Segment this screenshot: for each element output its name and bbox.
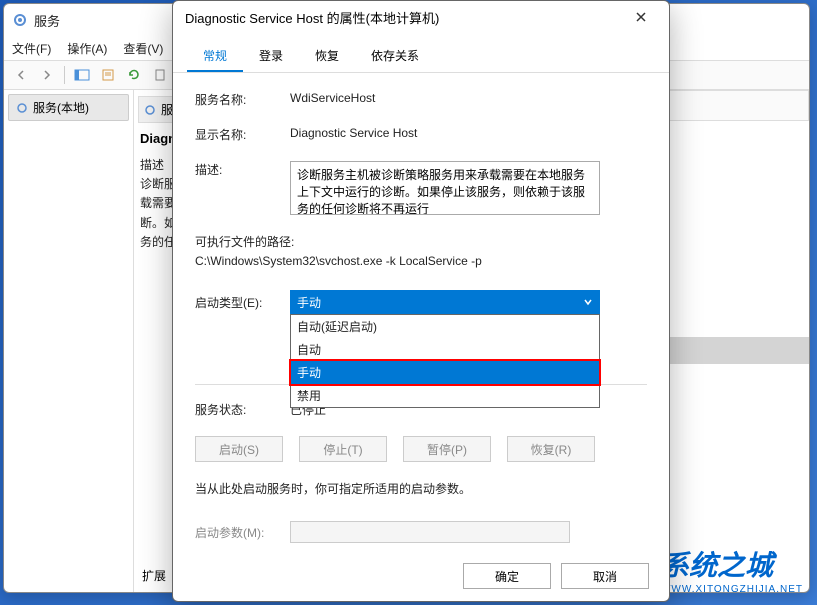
main-title: 服务 [34,11,60,30]
startup-type-select[interactable]: 手动 [290,290,600,314]
tab-general[interactable]: 常规 [187,41,243,72]
gear-icon [12,12,28,28]
stop-button[interactable]: 停止(T) [299,436,387,462]
close-button[interactable] [625,5,657,29]
display-name-value: Diagnostic Service Host [290,126,647,140]
back-icon[interactable] [10,64,32,86]
properties-icon[interactable] [97,64,119,86]
tree-item-label: 服务(本地) [33,99,89,116]
logo-subtext: WWW.XITONGZHIJIA.NET [661,584,803,595]
tab-logon[interactable]: 登录 [243,41,299,72]
gear-small-icon [15,101,29,115]
gear-tiny-icon [143,103,157,117]
startup-type-selected: 手动 [297,294,321,311]
exe-path-value: C:\Windows\System32\svchost.exe -k Local… [195,254,482,268]
service-status-label: 服务状态: [195,401,290,418]
chevron-down-icon [583,297,593,307]
forward-icon[interactable] [36,64,58,86]
close-icon [635,11,647,23]
menu-file[interactable]: 文件(F) [12,40,51,57]
dialog-body: 服务名称: WdiServiceHost 显示名称: Diagnostic Se… [173,73,669,579]
logo-text: 系统之城 [661,550,773,581]
dialog-titlebar: Diagnostic Service Host 的属性(本地计算机) [173,1,669,33]
description-label: 描述: [195,161,290,178]
service-control-buttons: 启动(S) 停止(T) 暂停(P) 恢复(R) [195,436,647,462]
dialog-title: Diagnostic Service Host 的属性(本地计算机) [185,8,439,27]
dialog-footer: 确定 取消 [463,563,649,589]
service-name-label: 服务名称: [195,91,290,108]
tab-dependencies[interactable]: 依存关系 [355,41,435,72]
start-param-label: 启动参数(M): [195,524,290,541]
description-textarea[interactable] [290,161,600,215]
show-hide-icon[interactable] [71,64,93,86]
tab-recovery[interactable]: 恢复 [299,41,355,72]
properties-dialog: Diagnostic Service Host 的属性(本地计算机) 常规 登录… [172,0,670,602]
option-disabled[interactable]: 禁用 [291,384,599,407]
start-button[interactable]: 启动(S) [195,436,283,462]
menu-action[interactable]: 操作(A) [67,40,107,57]
export-icon[interactable] [149,64,171,86]
start-hint: 当从此处启动服务时，你可指定所适用的启动参数。 [195,480,647,497]
display-name-label: 显示名称: [195,126,290,143]
service-name-value: WdiServiceHost [290,91,647,105]
option-auto[interactable]: 自动 [291,338,599,361]
dialog-tabs: 常规 登录 恢复 依存关系 [173,33,669,73]
ok-button[interactable]: 确定 [463,563,551,589]
start-param-input[interactable] [290,521,570,543]
cancel-button[interactable]: 取消 [561,563,649,589]
option-auto-delayed[interactable]: 自动(延迟启动) [291,315,599,338]
option-manual[interactable]: 手动 [289,359,601,386]
startup-type-label: 启动类型(E): [195,294,290,311]
tree-panel: 服务(本地) [4,90,134,592]
refresh-icon[interactable] [123,64,145,86]
tab-extended[interactable]: 扩展 [142,567,166,584]
exe-path-label: 可执行文件的路径: [195,233,294,250]
resume-button[interactable]: 恢复(R) [507,436,595,462]
startup-type-dropdown: 自动(延迟启动) 自动 手动 禁用 [290,314,600,408]
menu-view[interactable]: 查看(V) [123,40,163,57]
pause-button[interactable]: 暂停(P) [403,436,491,462]
tree-item-services-local[interactable]: 服务(本地) [8,94,129,121]
toolbar-separator [64,66,65,84]
